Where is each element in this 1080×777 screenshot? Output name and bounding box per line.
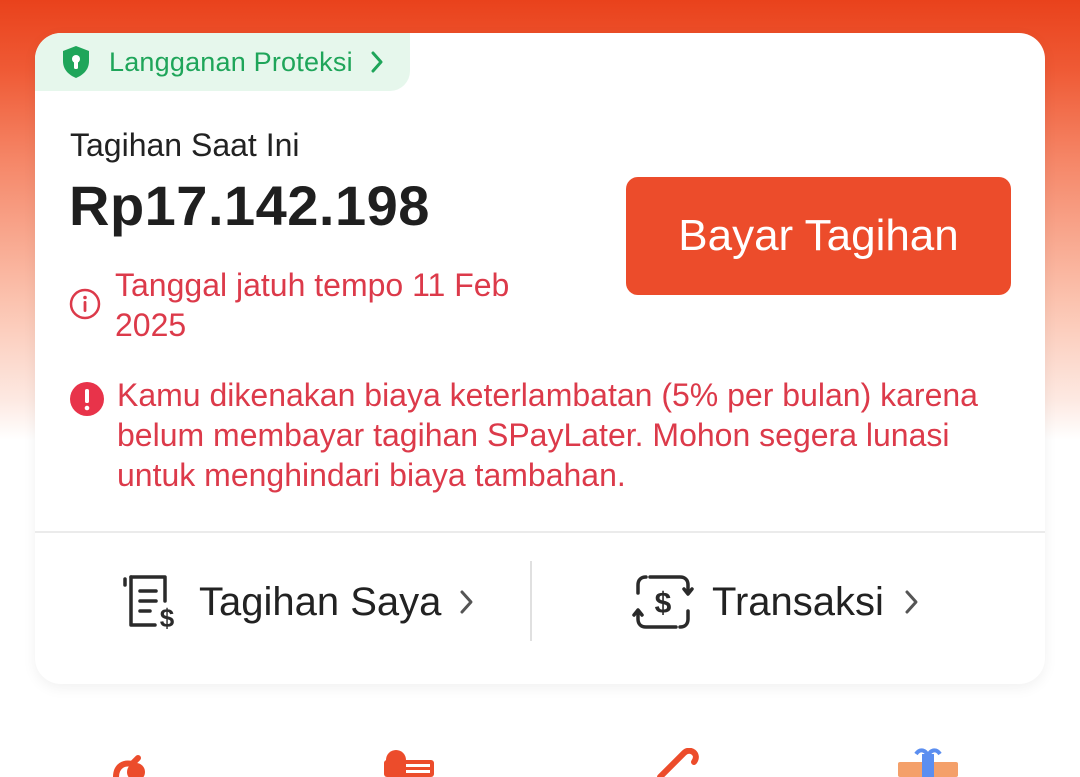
chevron-right-icon [457, 587, 479, 617]
menu-icon-1[interactable] [112, 748, 158, 777]
my-bills-link[interactable]: $ Tagihan Saya [121, 571, 479, 633]
chevron-right-icon [902, 587, 924, 617]
menu-icon-2[interactable] [384, 748, 434, 777]
chevron-right-icon [369, 49, 389, 75]
bottom-menu-row [0, 748, 1080, 777]
current-bill-label: Tagihan Saat Ini [70, 127, 300, 163]
bill-amount: Rp17.142.198 [69, 174, 430, 237]
transaction-icon: $ [632, 571, 694, 633]
bill-list-icon: $ [121, 571, 183, 633]
due-date-text: Tanggal jatuh tempo 11 Feb 2025 [115, 267, 510, 343]
info-icon [69, 288, 101, 320]
svg-text:$: $ [655, 587, 672, 620]
my-bills-label: Tagihan Saya [199, 579, 442, 624]
transactions-link[interactable]: $ Transaksi [632, 571, 924, 633]
protection-subscription-label: Langganan Proteksi [109, 46, 353, 77]
divider-vertical [530, 561, 532, 641]
bill-card: Langganan Proteksi Tagihan Saat Ini Rp17… [35, 33, 1045, 684]
due-date-notice: Tanggal jatuh tempo 11 Feb 2025 [69, 265, 589, 345]
menu-icon-3[interactable] [654, 748, 704, 777]
protection-subscription-link[interactable]: Langganan Proteksi [35, 33, 410, 91]
svg-text:$: $ [160, 603, 175, 633]
shield-lock-icon [59, 45, 93, 79]
pay-bill-button[interactable]: Bayar Tagihan [626, 177, 1011, 295]
late-fee-warning: Kamu dikenakan biaya keterlambatan (5% p… [69, 375, 999, 495]
divider [35, 531, 1045, 533]
alert-icon [69, 381, 105, 417]
gift-icon[interactable] [896, 748, 960, 777]
transactions-label: Transaksi [712, 579, 884, 624]
late-fee-warning-text: Kamu dikenakan biaya keterlambatan (5% p… [117, 377, 978, 493]
